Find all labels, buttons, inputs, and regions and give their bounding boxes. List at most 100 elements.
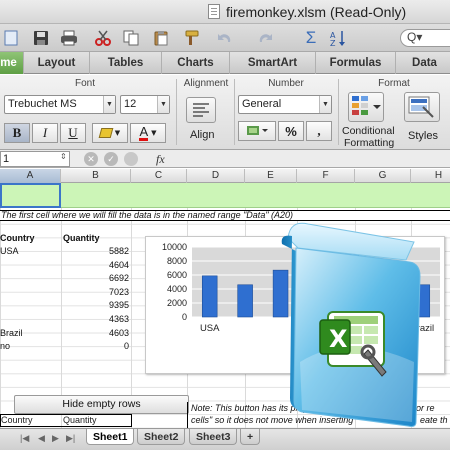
redo-icon[interactable]: [254, 28, 276, 48]
undo-icon[interactable]: [214, 28, 236, 48]
chevron-down-icon: ▼: [157, 96, 169, 113]
add-sheet-button[interactable]: +: [240, 429, 261, 445]
conditional-formatting-label-2[interactable]: Formatting: [344, 137, 394, 149]
y-tick-label: 10000: [162, 242, 187, 252]
column-header-e[interactable]: E: [245, 169, 297, 183]
font-group-label: Font: [74, 78, 95, 89]
bar: [201, 275, 218, 318]
search-input[interactable]: Q▾: [400, 29, 450, 47]
cell-quantity[interactable]: 4603: [59, 327, 129, 340]
last-sheet-icon[interactable]: ▶|: [66, 433, 75, 444]
cell-quantity[interactable]: 4363: [59, 313, 129, 326]
font-color-letter: A: [139, 123, 149, 141]
excel-logo-letter: X: [329, 325, 348, 353]
column-header-d[interactable]: D: [187, 169, 245, 183]
format-group-label: Format: [378, 78, 410, 89]
accounting-format-button[interactable]: [238, 121, 276, 141]
underline-button[interactable]: U: [60, 123, 86, 143]
conditional-formatting-icon[interactable]: [348, 92, 384, 122]
align-label[interactable]: Align: [190, 129, 214, 141]
prev-sheet-icon[interactable]: ◀: [38, 433, 45, 444]
chevron-down-icon: ▼: [151, 129, 157, 137]
selected-cell[interactable]: [0, 183, 61, 208]
function-icon[interactable]: fx: [156, 150, 165, 168]
title-bar: firemonkey.xlsm (Read-Only): [0, 0, 450, 24]
y-tick-label: 8000: [167, 256, 187, 266]
autosum-icon[interactable]: Σ: [300, 28, 322, 48]
sheet-tab-bar: |◀ ◀ ▶ ▶| Sheet1 Sheet2 Sheet3 +: [0, 428, 450, 450]
copy-icon[interactable]: [120, 28, 142, 48]
y-tick-label: 4000: [167, 284, 187, 294]
column-headers: A B C D E F G H: [0, 169, 450, 183]
sheet-tab-sheet3[interactable]: Sheet3: [189, 429, 238, 445]
sheet-tab-sheet1[interactable]: Sheet1: [86, 429, 135, 445]
cell-country[interactable]: Brazil: [0, 327, 23, 340]
hide-empty-rows-button[interactable]: Hide empty rows: [14, 395, 189, 414]
clock-icon[interactable]: [124, 152, 138, 166]
ribbon-home: Font Alignment Number Format Trebuchet M…: [0, 75, 450, 150]
number-group-label: Number: [268, 78, 304, 89]
tab-data[interactable]: Data: [396, 52, 450, 74]
tab-home[interactable]: me: [0, 52, 24, 74]
new-icon[interactable]: [0, 28, 22, 48]
column-header-b[interactable]: B: [61, 169, 131, 183]
cut-icon[interactable]: [92, 28, 114, 48]
paint-bucket-icon: [98, 128, 114, 138]
search-icon: Q▾: [407, 30, 423, 44]
italic-button[interactable]: I: [32, 123, 58, 143]
save-icon[interactable]: [30, 28, 52, 48]
tab-smartart[interactable]: SmartArt: [230, 52, 316, 74]
svg-text:Z: Z: [330, 39, 336, 47]
y-tick-label: 6000: [167, 270, 187, 280]
column-header-a[interactable]: A: [0, 169, 61, 183]
sort-icon[interactable]: AZ: [330, 28, 352, 48]
cell-country[interactable]: USA: [0, 245, 19, 258]
chevron-down-icon: ▼: [103, 96, 115, 113]
cell-quantity[interactable]: 0: [59, 340, 129, 353]
bottom-header-row: Country Quantity: [0, 414, 132, 427]
excel-window: firemonkey.xlsm (Read-Only) Σ A Z Q▾ me …: [0, 0, 450, 450]
highlighted-row: [0, 183, 450, 208]
next-sheet-icon[interactable]: ▶: [52, 433, 59, 444]
product-box-graphic: X: [278, 212, 450, 430]
fill-color-button[interactable]: ▼: [92, 123, 128, 143]
chevron-down-icon: ▼: [114, 129, 121, 137]
confirm-icon[interactable]: ✓: [104, 152, 118, 166]
window-title: firemonkey.xlsm (Read-Only): [226, 4, 407, 20]
stepper-icon[interactable]: ⇕: [60, 152, 67, 161]
column-header-c[interactable]: C: [131, 169, 187, 183]
cancel-icon[interactable]: ✕: [84, 152, 98, 166]
styles-label[interactable]: Styles: [408, 130, 438, 142]
column-header-f[interactable]: F: [297, 169, 355, 183]
bar: [237, 284, 253, 318]
tab-layout[interactable]: Layout: [24, 52, 90, 74]
cell-quantity[interactable]: 7023: [59, 286, 129, 299]
conditional-formatting-label-1[interactable]: Conditional: [342, 125, 395, 137]
bottom-country: Country: [1, 415, 33, 425]
bold-button[interactable]: B: [4, 123, 30, 143]
tab-charts[interactable]: Charts: [162, 52, 230, 74]
cell-quantity[interactable]: 4604: [59, 259, 129, 272]
font-color-button[interactable]: A ▼: [130, 123, 166, 143]
styles-icon[interactable]: [404, 92, 440, 122]
cell-quantity[interactable]: 9395: [59, 299, 129, 312]
comma-button[interactable]: ,: [306, 121, 332, 141]
print-icon[interactable]: [58, 28, 80, 48]
percent-button[interactable]: %: [278, 121, 304, 141]
formula-bar: 1 ⇕ ✕ ✓ fx: [0, 150, 450, 168]
paste-icon[interactable]: [150, 28, 172, 48]
font-name-select[interactable]: Trebuchet MS ▼: [4, 95, 116, 114]
number-format-select[interactable]: General ▼: [238, 95, 332, 114]
tab-formulas[interactable]: Formulas: [316, 52, 396, 74]
column-header-h[interactable]: H: [411, 169, 450, 183]
cell-quantity[interactable]: 5882: [59, 245, 129, 258]
column-header-g[interactable]: G: [355, 169, 411, 183]
first-sheet-icon[interactable]: |◀: [20, 433, 29, 444]
cell-country[interactable]: no: [0, 340, 10, 353]
font-size-select[interactable]: 12 ▼: [120, 95, 170, 114]
format-painter-icon[interactable]: [180, 28, 202, 48]
tab-tables[interactable]: Tables: [90, 52, 162, 74]
sheet-tab-sheet2[interactable]: Sheet2: [137, 429, 186, 445]
align-icon[interactable]: [186, 97, 216, 123]
cell-quantity[interactable]: 6692: [59, 272, 129, 285]
